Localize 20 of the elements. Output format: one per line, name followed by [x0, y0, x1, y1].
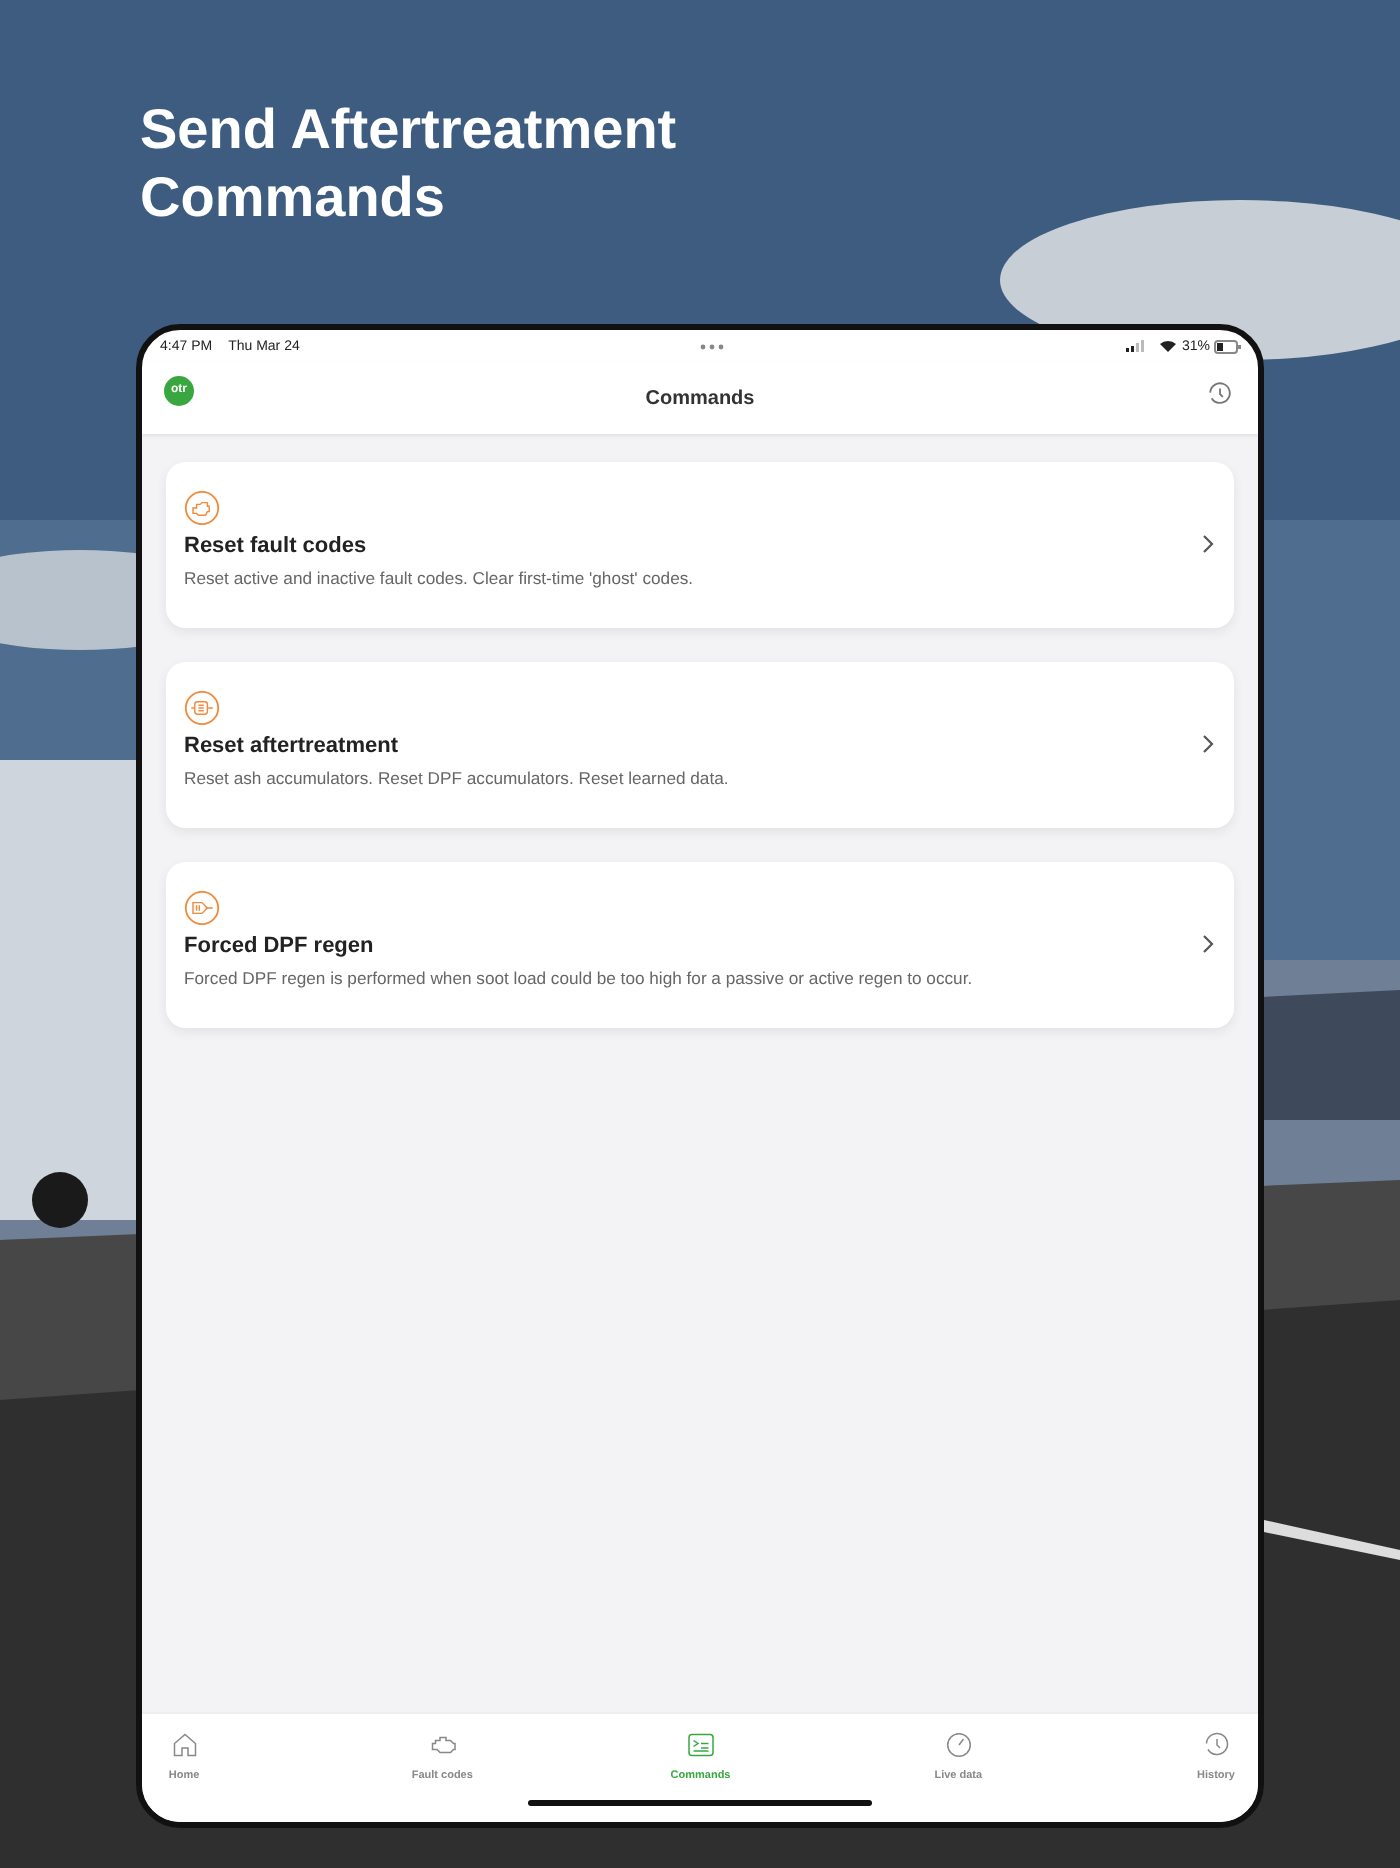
more-dots-icon — [700, 343, 725, 349]
exhaust-icon — [184, 890, 220, 926]
home-icon — [169, 1730, 199, 1760]
history-icon[interactable] — [1206, 380, 1234, 408]
headline: Send Aftertreatment Commands — [140, 96, 679, 232]
signal-icon — [1125, 340, 1144, 352]
gauge-icon — [943, 1730, 974, 1760]
history-icon — [1201, 1730, 1231, 1760]
engine-icon — [184, 490, 220, 526]
command-card[interactable]: Reset fault codes Reset active and inactive fault codes. Clear first-time 'ghost' codes. — [166, 462, 1234, 628]
filter-icon — [184, 690, 220, 726]
command-card[interactable]: Forced DPF regen Forced DPF regen is performed when soot load could be too high for a passive or active regen to occur. — [166, 862, 1234, 1028]
nav-title: Commands — [643, 387, 757, 409]
command-card[interactable]: Reset aftertreatment Reset ash accumulators. Reset DPF accumulators. Reset learned data. — [166, 662, 1234, 828]
chevron-right-icon — [1202, 934, 1214, 954]
chevron-right-icon — [1202, 734, 1214, 754]
battery-icon — [1214, 339, 1242, 353]
chevron-right-icon — [1202, 534, 1214, 554]
terminal-icon — [685, 1730, 716, 1760]
wifi-icon — [1159, 340, 1176, 352]
